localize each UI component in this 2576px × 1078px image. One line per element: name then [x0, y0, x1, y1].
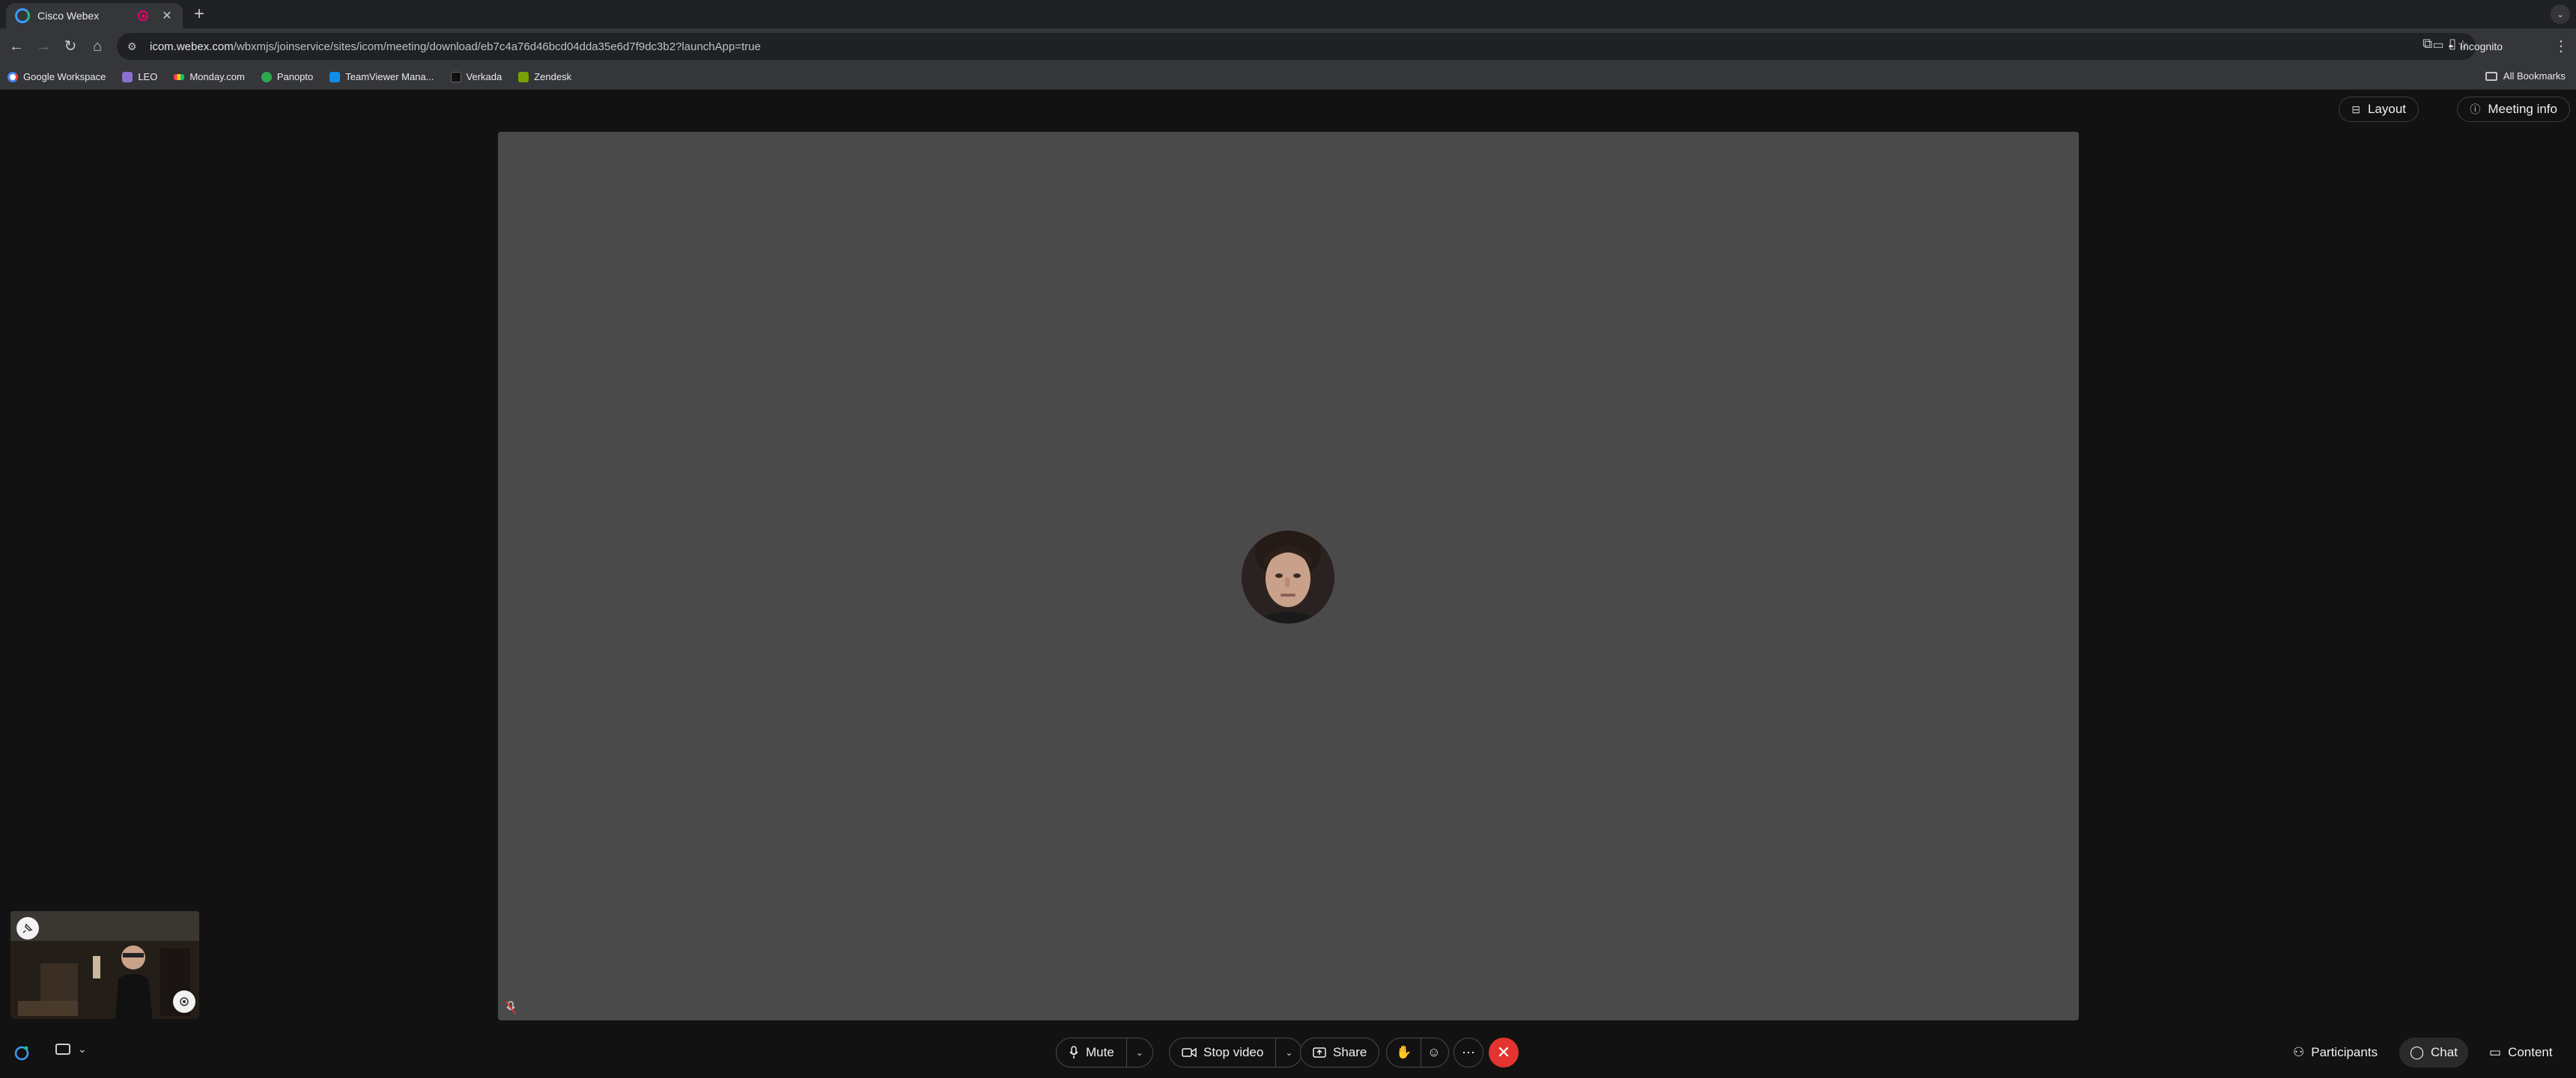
leave-meeting-button[interactable]: ✕	[1489, 1038, 1519, 1068]
video-control: Stop video ⌄	[1169, 1038, 1303, 1068]
site-info-icon[interactable]: ⚙	[127, 40, 141, 53]
incognito-icon: ◓	[2447, 40, 2455, 52]
meeting-info-button[interactable]: ⓘ Meeting info	[2457, 97, 2570, 122]
closed-captions-icon	[55, 1044, 70, 1055]
folder-icon	[2485, 71, 2497, 81]
back-arrow-icon[interactable]: ←	[6, 36, 27, 57]
share-button[interactable]: Share	[1300, 1038, 1380, 1068]
mute-button[interactable]: Mute	[1057, 1038, 1126, 1067]
address-bar[interactable]: ⚙ icom.webex.com/wbxmjs/joinservice/site…	[117, 33, 2476, 60]
bookmarks-bar: Google Workspace LEO Monday.com Panopto …	[0, 64, 2576, 90]
stop-video-button[interactable]: Stop video	[1170, 1038, 1275, 1067]
muted-mic-icon	[505, 1001, 516, 1014]
webex-favicon-icon	[15, 8, 30, 23]
browser-toolbar: ← → ↻ ⌂ ⚙ icom.webex.com/wbxmjs/joinserv…	[0, 28, 2576, 64]
raise-hand-icon: ✋	[1396, 1045, 1412, 1059]
panopto-icon	[261, 71, 272, 82]
meeting-info-label: Meeting info	[2488, 102, 2557, 116]
teamviewer-icon	[329, 71, 341, 82]
main-video-stage	[498, 132, 2079, 1020]
recording-indicator-icon	[138, 10, 148, 21]
leo-icon	[122, 71, 133, 82]
emoji-smile-icon: ☺	[1427, 1045, 1441, 1059]
reload-icon[interactable]: ↻	[60, 36, 81, 57]
bookmark-item[interactable]: LEO	[122, 71, 157, 82]
person-icon: ⚇	[2293, 1045, 2305, 1059]
close-x-icon: ✕	[1496, 1043, 1511, 1062]
info-shield-icon: ⓘ	[2470, 103, 2481, 115]
verkada-icon	[450, 71, 461, 82]
participant-avatar	[1242, 531, 1334, 624]
incognito-label: Incognito	[2460, 40, 2503, 52]
monday-icon	[174, 73, 185, 80]
stop-video-label: Stop video	[1203, 1045, 1264, 1059]
more-horizontal-icon: ⋯	[1462, 1044, 1475, 1060]
tab-title: Cisco Webex	[37, 10, 100, 22]
new-tab-button[interactable]: +	[189, 4, 210, 25]
bookmark-item[interactable]: Panopto	[261, 71, 313, 82]
share-label: Share	[1333, 1045, 1367, 1059]
webex-meeting: ⊟ Layout ⓘ Meeting info ⌄ Mute ⌄ Stop vi…	[0, 91, 2576, 1078]
all-bookmarks-button[interactable]: All Bookmarks	[2485, 70, 2566, 82]
captions-button[interactable]: ⌄	[55, 1043, 87, 1056]
google-icon	[7, 71, 18, 82]
extensions-puzzle-icon[interactable]: ⧉	[2422, 36, 2432, 52]
audio-options-chevron-icon[interactable]: ⌄	[1126, 1038, 1152, 1067]
zendesk-icon	[518, 71, 529, 82]
chat-bubble-icon: ◯	[2410, 1045, 2425, 1059]
bookmark-item[interactable]: Zendesk	[518, 71, 571, 82]
bookmark-item[interactable]: Verkada	[450, 71, 502, 82]
tab-strip: Cisco Webex ✕ + ⌄	[0, 0, 2576, 28]
self-view-settings-icon[interactable]	[173, 990, 195, 1013]
chat-button[interactable]: ◯ Chat	[2399, 1038, 2468, 1068]
layout-grid-icon: ⊟	[2351, 103, 2360, 115]
reactions-group: ✋ ☺	[1386, 1038, 1449, 1068]
content-label: Content	[2508, 1045, 2553, 1059]
home-icon[interactable]: ⌂	[87, 36, 108, 57]
content-button[interactable]: ▭ Content	[2479, 1038, 2563, 1068]
tab-close-icon[interactable]: ✕	[160, 8, 174, 23]
bookmark-item[interactable]: Monday.com	[174, 71, 245, 82]
meeting-controls-bar: ⌄ Mute ⌄ Stop video ⌄ Share ✋ ☺ ⋯ ✕ ⚇ Pa…	[0, 1026, 2576, 1078]
microphone-icon	[1069, 1046, 1078, 1059]
content-folder-icon: ▭	[2489, 1045, 2502, 1059]
incognito-badge[interactable]: ◓ Incognito	[2439, 35, 2512, 58]
share-label-group: Share	[1301, 1038, 1379, 1067]
self-view[interactable]	[10, 911, 199, 1019]
layout-button[interactable]: ⊟ Layout	[2339, 97, 2419, 122]
mute-label: Mute	[1086, 1045, 1114, 1059]
browser-tab-webex[interactable]: Cisco Webex ✕	[6, 3, 183, 28]
bookmark-item[interactable]: TeamViewer Mana...	[329, 71, 434, 82]
browser-menu-icon[interactable]: ⋮	[2551, 36, 2572, 57]
reactions-button[interactable]: ☺	[1421, 1038, 1446, 1067]
forward-arrow-icon[interactable]: →	[33, 36, 54, 57]
tab-search-chevron-icon[interactable]: ⌄	[2551, 4, 2570, 24]
more-options-button[interactable]: ⋯	[1453, 1038, 1483, 1068]
mute-control: Mute ⌄	[1056, 1038, 1153, 1068]
layout-label: Layout	[2367, 102, 2406, 116]
url-text: icom.webex.com/wbxmjs/joinservice/sites/…	[150, 40, 761, 53]
participants-button[interactable]: ⚇ Participants	[2282, 1038, 2388, 1068]
bookmark-item[interactable]: Google Workspace	[7, 71, 106, 82]
raise-hand-button[interactable]: ✋	[1387, 1038, 1421, 1067]
video-options-chevron-icon[interactable]: ⌄	[1275, 1038, 1301, 1067]
pin-self-view-icon[interactable]	[16, 917, 39, 940]
captions-chevron-icon[interactable]: ⌄	[78, 1043, 87, 1056]
webex-logo-icon[interactable]	[13, 1044, 30, 1061]
share-screen-icon	[1313, 1047, 1326, 1058]
video-camera-icon	[1182, 1047, 1197, 1058]
participants-label: Participants	[2311, 1045, 2378, 1059]
chat-label: Chat	[2431, 1045, 2458, 1059]
